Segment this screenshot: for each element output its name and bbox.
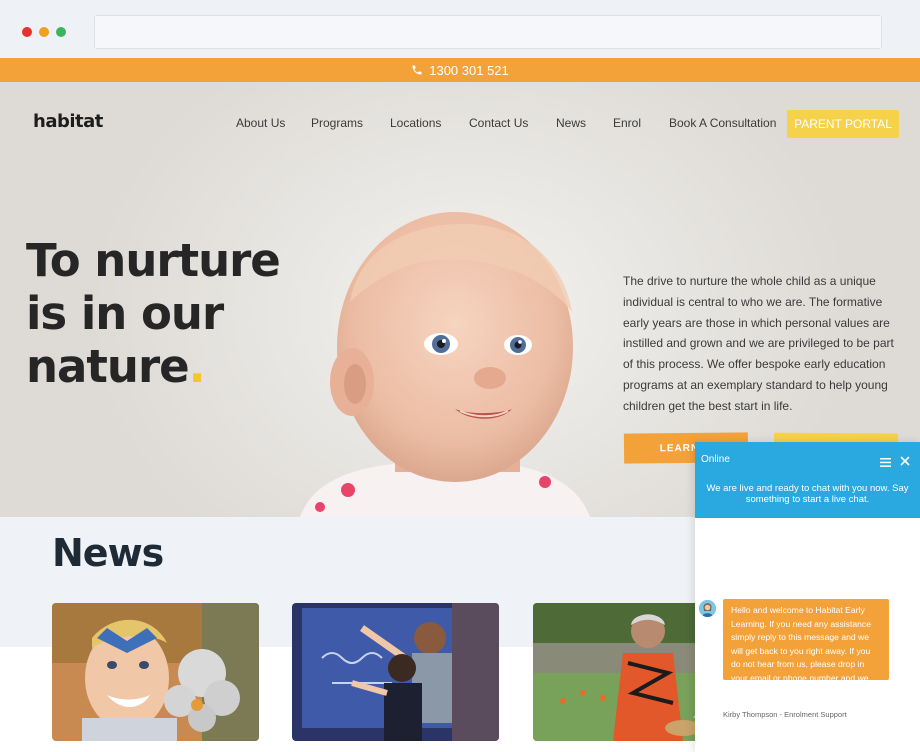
- news-image-1: [52, 603, 259, 741]
- phone-number[interactable]: 1300 301 521: [429, 63, 509, 78]
- news-heading: News: [52, 531, 164, 575]
- live-chat-widget: Online We are live and ready to chat wit…: [695, 442, 920, 752]
- news-image-2: [292, 603, 499, 741]
- close-icon[interactable]: [900, 453, 910, 466]
- hero-headline: To nurture is in our nature.: [26, 234, 281, 393]
- nav-enrol[interactable]: Enrol: [613, 116, 641, 130]
- address-bar[interactable]: [94, 15, 882, 49]
- nav-news[interactable]: News: [556, 116, 586, 130]
- habitat-logo[interactable]: habitat: [33, 111, 103, 132]
- chat-agent-name: Kirby Thompson - Enrolment Support: [723, 710, 847, 719]
- news-card-2[interactable]: [292, 603, 499, 741]
- minimize-window-dot[interactable]: [39, 27, 49, 37]
- phone-bar[interactable]: 1300 301 521: [0, 58, 920, 82]
- chat-message-bubble: Hello and welcome to Habitat Early Learn…: [723, 599, 889, 697]
- browser-chrome: [0, 0, 920, 58]
- chat-header: Online We are live and ready to chat wit…: [695, 442, 920, 518]
- chat-intro-text: We are live and ready to chat with you n…: [706, 483, 909, 505]
- agent-avatar: [699, 600, 716, 617]
- phone-icon: [411, 64, 423, 76]
- hero-description: The drive to nurture the whole child as …: [623, 274, 894, 413]
- news-card-1[interactable]: [52, 603, 259, 741]
- nav-programs[interactable]: Programs: [311, 116, 363, 130]
- menu-icon[interactable]: [880, 454, 891, 467]
- close-window-dot[interactable]: [22, 27, 32, 37]
- maximize-window-dot[interactable]: [56, 27, 66, 37]
- nav-book-consultation[interactable]: Book A Consultation: [669, 116, 776, 130]
- nav-locations[interactable]: Locations: [390, 116, 441, 130]
- nav-contact-us[interactable]: Contact Us: [469, 116, 528, 130]
- nav-about-us[interactable]: About Us: [236, 116, 285, 130]
- chat-status: Online: [701, 454, 730, 465]
- parent-portal-button[interactable]: PARENT PORTAL: [787, 110, 899, 138]
